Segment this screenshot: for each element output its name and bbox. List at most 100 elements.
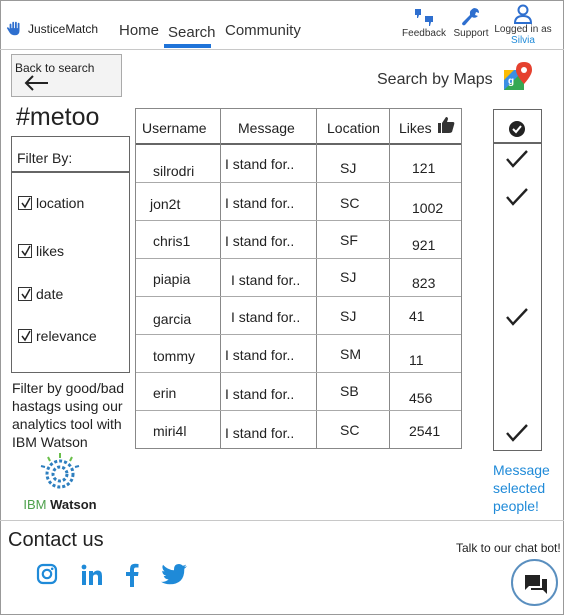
checkbox[interactable] [18,244,32,258]
header-message[interactable]: Message [238,120,295,136]
table-header: Username Message Location Likes [136,109,461,145]
google-maps-icon[interactable]: g [502,62,534,94]
results-table: Username Message Location Likes silrodri… [135,108,462,449]
header-likes[interactable]: Likes [399,120,432,136]
cell-username[interactable]: piapia [153,271,190,287]
hashtag-title: #metoo [16,103,100,131]
cell-message[interactable]: I stand for.. [231,309,300,325]
cell-message[interactable]: I stand for.. [225,386,294,402]
cell-message[interactable]: I stand for.. [225,233,294,249]
cell-message[interactable]: I stand for.. [225,347,294,363]
support-label: Support [453,28,489,39]
chat-bubble-icon [525,575,547,594]
chatbot-label: Talk to our chat bot! [456,541,561,555]
cell-username[interactable]: tommy [153,348,195,364]
linkedin-icon[interactable] [80,563,104,587]
user-name[interactable]: Silvia [491,35,555,46]
cell-username[interactable]: silrodri [153,163,194,179]
row-selected-check-icon[interactable] [505,149,529,169]
support-button[interactable]: Support [450,6,492,39]
filter-option-label: likes [36,243,65,259]
check-icon [21,288,31,300]
cell-location: SC [340,422,360,438]
cell-message[interactable]: I stand for.. [225,425,294,441]
table-row[interactable]: erin I stand for.. SB 456 [136,373,461,411]
table-row[interactable]: jon2t I stand for.. SC 1002 [136,183,461,221]
checkbox[interactable] [18,196,32,210]
nav-home[interactable]: Home [119,22,159,39]
nav-active-indicator [164,44,211,48]
cell-message[interactable]: I stand for.. [231,272,300,288]
check-icon [21,245,31,257]
cell-likes: 11 [409,352,424,368]
row-selected-check-icon[interactable] [505,187,529,207]
user-account[interactable]: Logged in as Silvia [491,4,555,46]
instagram-icon[interactable] [36,563,58,585]
filter-option-relevance[interactable]: relevance [18,328,97,344]
cell-message[interactable]: I stand for.. [225,156,294,172]
logo[interactable]: JusticeMatch [6,20,98,38]
wrench-icon [462,8,479,26]
cell-username[interactable]: chris1 [153,233,190,249]
table-row[interactable]: silrodri I stand for.. SJ 121 [136,145,461,183]
checkbox[interactable] [18,287,32,301]
svg-text:g: g [508,76,514,87]
cell-likes: 921 [412,237,436,253]
selection-column [493,109,542,451]
filter-option-location[interactable]: location [18,195,84,211]
chat-bot-button[interactable] [511,559,558,606]
select-all[interactable] [494,110,541,144]
app-name: JusticeMatch [28,22,99,36]
check-icon [21,330,31,342]
cell-location: SB [340,383,359,399]
thumbs-up-icon [438,117,455,133]
message-selected-link[interactable]: Message selected people! [493,461,563,515]
filter-option-label: date [36,286,64,302]
nav-search[interactable]: Search [168,24,216,41]
contact-us-title: Contact us [8,529,104,551]
cell-location: SJ [340,308,357,324]
row-selected-check-icon[interactable] [505,307,529,327]
filter-option-label: location [36,195,85,211]
watson-name: Watson [50,497,97,512]
cell-username[interactable]: garcia [153,311,191,327]
header-location[interactable]: Location [327,120,380,136]
cell-likes: 823 [412,275,436,291]
cell-likes: 456 [409,390,433,406]
cell-location: SF [340,232,358,248]
table-row[interactable]: miri4l I stand for.. SC 2541 [136,411,461,449]
table-row[interactable]: garcia I stand for.. SJ 41 [136,297,461,335]
cell-username[interactable]: erin [153,385,176,401]
nav-community[interactable]: Community [225,22,301,39]
cell-likes: 121 [412,160,436,176]
table-row[interactable]: chris1 I stand for.. SF 921 [136,221,461,259]
cell-location: SC [340,195,360,211]
check-circle-icon [509,121,525,137]
watson-globe-icon [40,453,80,489]
header: JusticeMatch Home Search Community Feedb… [0,0,564,50]
filter-note: Filter by good/bad hastags using our ana… [12,380,125,450]
filter-option-likes[interactable]: likes [18,243,64,259]
ibm-watson-logo[interactable]: IBM Watson [20,452,100,512]
hand-icon [6,21,20,36]
back-to-search-button[interactable]: Back to search [11,54,122,97]
cell-username[interactable]: miri4l [153,423,186,439]
facebook-icon[interactable] [124,563,140,587]
cell-location: SJ [340,269,357,285]
search-by-maps-label[interactable]: Search by Maps [377,71,493,89]
table-row[interactable]: piapia I stand for.. SJ 823 [136,259,461,297]
header-username[interactable]: Username [142,120,207,136]
watson-text: IBM Watson [20,497,100,512]
filter-option-date[interactable]: date [18,286,63,302]
filter-title: Filter By: [12,137,129,173]
feedback-button[interactable]: Feedback [399,6,449,39]
row-selected-check-icon[interactable] [505,423,529,443]
table-row[interactable]: tommy I stand for.. SM 11 [136,335,461,373]
cell-likes: 1002 [412,200,444,216]
checkbox[interactable] [18,329,32,343]
feedback-label: Feedback [402,28,446,39]
cell-message[interactable]: I stand for.. [225,195,294,211]
cell-username[interactable]: jon2t [150,196,180,212]
cell-likes: 41 [409,308,425,324]
twitter-icon[interactable] [160,563,188,587]
